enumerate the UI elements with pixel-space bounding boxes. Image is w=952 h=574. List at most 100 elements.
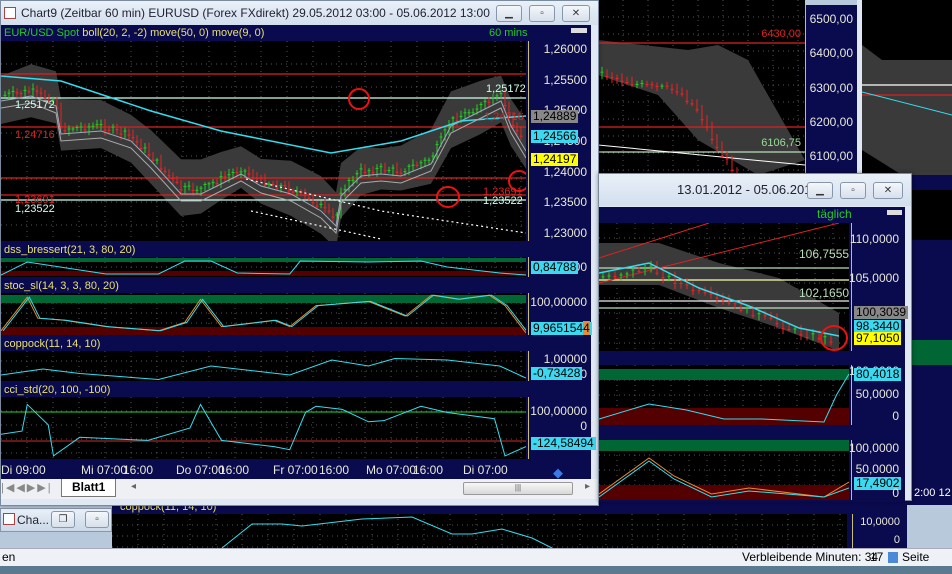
price-axis: 110,0000 105,0000 100,3039 98,3440 97,10… (849, 223, 909, 351)
level-label: 102,1650 (799, 286, 850, 300)
close-button[interactable]: ✕ (562, 5, 590, 22)
axis-label: 0 (892, 486, 899, 500)
title-bar[interactable]: 13.01.2012 - 05.06.2012 ▁ ▫ ✕ (599, 174, 911, 206)
chart9-window: Chart9 (Zeitbar 60 min) EURUSD (Forex FX… (0, 0, 599, 506)
status-text: en (2, 550, 16, 564)
resize-handle[interactable] (571, 28, 587, 33)
level-label: 1,25172 (486, 83, 526, 95)
coppock-panel[interactable] (1, 351, 526, 381)
level-label: 6430,00 (761, 28, 801, 40)
maximize-button[interactable]: ▫ (85, 511, 109, 528)
axis-label: 110,0000 (849, 232, 899, 246)
minimize-button[interactable]: ▁ (807, 182, 833, 199)
level-label: 106,7555 (799, 247, 850, 261)
axis-label: 0 (892, 409, 899, 423)
restore-button[interactable]: ❐ (51, 511, 75, 528)
indicator-label: dss_bressert(21, 3, 80, 20) (1, 243, 591, 257)
coppock-line (1, 357, 526, 381)
price-tag-yellow: 97,1050 (854, 331, 902, 345)
value-tag: 80,4018 (854, 367, 902, 381)
page-label: Seite (902, 550, 930, 564)
resize-handle[interactable] (887, 210, 902, 215)
price-tag-gray: 1,24889 (531, 109, 579, 123)
sheet-tab-blatt1[interactable]: Blatt1 (61, 479, 117, 497)
overbought-band (1, 295, 526, 303)
time-label: 2:00 12 (914, 487, 951, 499)
time-label: 16:00 (219, 463, 250, 477)
price-tag-cyan: 1,24566 (531, 129, 579, 143)
price-chart[interactable]: 1,25172 1,25172 1,24716 1,24716 1,23691 … (1, 41, 526, 241)
network-icon (888, 552, 898, 563)
bollinger-band (862, 45, 952, 175)
time-label: Di 09:00 (1, 463, 46, 477)
status-number: 17 (870, 550, 884, 564)
value-tag: 9,9651544 (531, 321, 592, 335)
background-chart: 6430,00 6106,75 (598, 0, 805, 175)
indicator-label: cci_std(20, 100, -100) (1, 383, 591, 397)
axis-label: 1,23500 (543, 195, 587, 209)
close-button[interactable]: ✕ (873, 182, 903, 199)
indicator-label: coppock(11, 14, 10) (1, 337, 591, 351)
background-chart-bottom: coppock(11, 14, 10) 10,0000 0 (112, 500, 907, 548)
sheet-nav-arrows[interactable]: |◀◀▶▶| (1, 481, 53, 494)
maximize-button[interactable]: ▫ (529, 5, 555, 22)
minimize-button[interactable]: ▁ (496, 5, 522, 22)
maximize-button[interactable]: ▫ (840, 182, 866, 199)
indicator-panel[interactable] (599, 440, 849, 500)
axis-label: 100,00000 (530, 404, 587, 418)
axis-label: 100,0000 (848, 441, 899, 455)
chart2-window: 13.01.2012 - 05.06.2012 ▁ ▫ ✕ täglich 10… (598, 173, 912, 502)
time-label: 16:00 (413, 463, 444, 477)
annotation-circle (436, 186, 460, 208)
overbought-band (1, 258, 526, 262)
dss-panel[interactable] (1, 257, 526, 277)
level-label: 1,24716 (484, 111, 524, 123)
axis-label: 6200,00 (809, 115, 853, 129)
instrument-label: EUR/USD Spot (4, 27, 80, 39)
level-label: 1,23522 (15, 203, 55, 215)
axis-label: 1,26000 (543, 42, 587, 56)
axis-label: 1,25500 (543, 73, 587, 87)
level-label: 1,25172 (15, 99, 55, 111)
app-icon (4, 7, 16, 19)
axis-label: 6500,00 (809, 12, 853, 26)
level-label: 1,23522 (483, 195, 523, 207)
axis-label: 1,24000 (543, 165, 587, 179)
axis-label: 1,23000 (543, 226, 587, 240)
overbought-band (599, 440, 849, 451)
indicators-label: boll(20, 2, -2) move(50, 0) move(9, 0) (82, 27, 265, 39)
cci-panel[interactable] (1, 397, 526, 459)
axis-label: 100,00000 (530, 295, 587, 309)
horizontal-scrollbar[interactable]: ||| (463, 482, 573, 495)
axis-label: 50,0000 (855, 387, 899, 401)
minimized-window[interactable]: Cha... ❐ ▫ (0, 508, 112, 532)
value-tag: 0,84788 (531, 260, 579, 274)
time-label: Do 07:00 (176, 463, 225, 477)
time-label: Di 07:00 (463, 463, 508, 477)
interval-label: 60 mins (489, 27, 528, 39)
interval-label: täglich (817, 207, 852, 221)
minimized-title: Cha... (17, 513, 50, 527)
indicator-panel[interactable] (599, 365, 849, 425)
axis-label: 1,00000 (543, 352, 587, 366)
price-tag-yellow: 1,24197 (531, 152, 579, 166)
window-title: Chart9 (Zeitbar 60 min) EURUSD (Forex FX… (21, 6, 490, 20)
remaining-minutes: Verbleibende Minuten: 34 (742, 550, 879, 564)
time-label: 16:00 (123, 463, 154, 477)
status-bar: en Verbleibende Minuten: 34 17 Seite (0, 548, 952, 566)
bollinger-band (1, 64, 526, 241)
title-bar[interactable]: Chart9 (Zeitbar 60 min) EURUSD (Forex FX… (1, 1, 598, 25)
time-label: 16:00 (319, 463, 350, 477)
value-tag: -124,58494 (531, 436, 596, 450)
axis-label: 6300,00 (809, 81, 853, 95)
axis-label: 0 (893, 534, 900, 546)
value-tag: -0,73428 (531, 366, 583, 380)
price-axis: 6500,00 6400,00 6300,00 6200,00 6100,00 (805, 5, 857, 175)
oversold-band (1, 327, 526, 335)
stoc-panel[interactable] (1, 293, 526, 335)
app-icon (3, 513, 15, 525)
oversold-band (599, 408, 849, 425)
price-chart[interactable]: 106,7555 102,1650 (599, 223, 849, 351)
price-axis: 1,26000 1,25500 1,25000 1,24500 1,24000 … (528, 41, 591, 241)
price-tag-gray: 100,3039 (854, 305, 909, 319)
